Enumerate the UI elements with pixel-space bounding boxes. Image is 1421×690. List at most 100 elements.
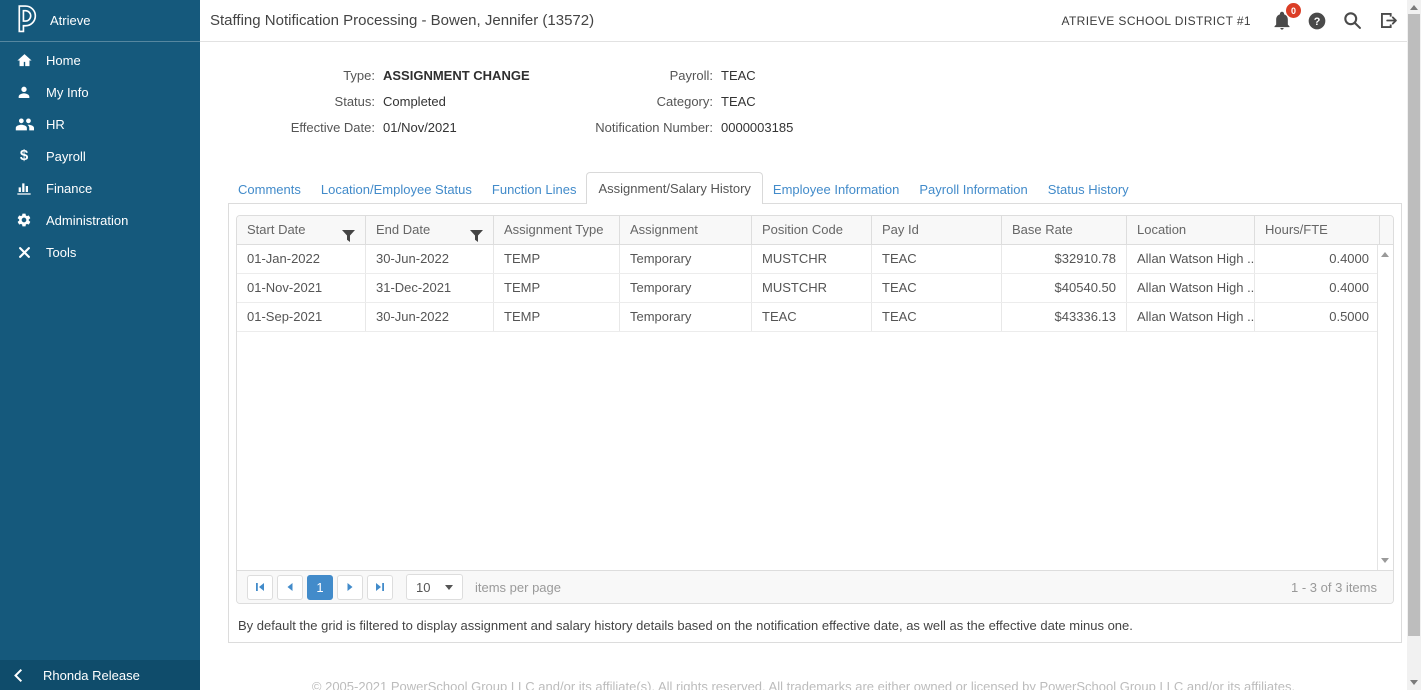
cell-location: Allan Watson High ... xyxy=(1126,245,1254,273)
column-header-end-date[interactable]: End Date xyxy=(365,216,493,244)
column-header-hours-fte[interactable]: Hours/FTE xyxy=(1254,216,1379,244)
column-header-position-code[interactable]: Position Code xyxy=(751,216,871,244)
sidebar-item-payroll[interactable]: $ Payroll xyxy=(0,140,200,172)
first-page-icon xyxy=(254,581,266,593)
last-page-button[interactable] xyxy=(367,575,393,600)
svg-text:?: ? xyxy=(1314,15,1321,27)
tab-location-employee-status[interactable]: Location/Employee Status xyxy=(311,176,482,203)
cell-start-date: 01-Sep-2021 xyxy=(237,303,365,331)
gear-icon xyxy=(13,212,35,228)
cell-assignment: Temporary xyxy=(619,245,751,273)
status-value: Completed xyxy=(383,94,446,110)
cell-assignment: Temporary xyxy=(619,303,751,331)
sidebar-item-label: Tools xyxy=(46,245,76,260)
column-header-location[interactable]: Location xyxy=(1126,216,1254,244)
pager: 1 10 items per page 1 - 3 of 3 items xyxy=(237,570,1393,603)
cell-pay-id: TEAC xyxy=(871,274,1001,302)
cell-hours-fte: 0.4000 xyxy=(1254,245,1379,273)
scroll-up-icon[interactable] xyxy=(1410,5,1418,10)
category-value: TEAC xyxy=(721,94,756,110)
cell-assignment-type: TEMP xyxy=(493,303,619,331)
tab-payroll-information[interactable]: Payroll Information xyxy=(909,176,1037,203)
search-icon xyxy=(1342,10,1363,31)
tab-strip: Comments Location/Employee Status Functi… xyxy=(228,172,1421,203)
window-scrollbar[interactable] xyxy=(1407,0,1421,690)
search-button[interactable] xyxy=(1342,10,1363,31)
cell-base-rate: $40540.50 xyxy=(1001,274,1126,302)
next-page-button[interactable] xyxy=(337,575,363,600)
notifications-button[interactable]: 0 xyxy=(1272,10,1292,31)
topbar: Staffing Notification Processing - Bowen… xyxy=(200,0,1421,42)
scroll-down-icon[interactable] xyxy=(1410,680,1418,685)
next-page-icon xyxy=(344,581,356,593)
release-label: Rhonda Release xyxy=(43,668,140,683)
sidebar-item-home[interactable]: Home xyxy=(0,44,200,76)
main-area: Staffing Notification Processing - Bowen… xyxy=(200,0,1421,690)
sidebar-item-my-info[interactable]: My Info xyxy=(0,76,200,108)
sidebar-item-hr[interactable]: HR xyxy=(0,108,200,140)
field-label: Category: xyxy=(566,94,713,110)
sidebar-item-label: My Info xyxy=(46,85,89,100)
cell-base-rate: $43336.13 xyxy=(1001,303,1126,331)
field-label: Status: xyxy=(236,94,375,110)
tab-panel: Start Date End Date Assignment Type Assi… xyxy=(228,203,1402,643)
sidebar-item-label: Payroll xyxy=(46,149,86,164)
tab-comments[interactable]: Comments xyxy=(228,176,311,203)
tab-assignment-salary-history[interactable]: Assignment/Salary History xyxy=(586,172,762,204)
field-label: Notification Number: xyxy=(566,120,713,136)
column-header-start-date[interactable]: Start Date xyxy=(237,216,365,244)
cell-start-date: 01-Nov-2021 xyxy=(237,274,365,302)
copyright-footer: © 2005-2021 PowerSchool Group LLC and/or… xyxy=(200,679,1421,690)
cell-base-rate: $32910.78 xyxy=(1001,245,1126,273)
scroll-up-icon[interactable] xyxy=(1381,252,1389,257)
scroll-down-icon[interactable] xyxy=(1381,558,1389,563)
logout-icon xyxy=(1378,10,1399,31)
column-header-assignment[interactable]: Assignment xyxy=(619,216,751,244)
sidebar-item-label: HR xyxy=(46,117,65,132)
notification-number-value: 0000003185 xyxy=(721,120,793,136)
first-page-button[interactable] xyxy=(247,575,273,600)
column-header-base-rate[interactable]: Base Rate xyxy=(1001,216,1126,244)
table-row[interactable]: 01-Nov-2021 31-Dec-2021 TEMP Temporary M… xyxy=(237,274,1393,303)
logout-button[interactable] xyxy=(1378,10,1399,31)
page-size-select[interactable]: 10 xyxy=(406,574,463,600)
sidebar-item-tools[interactable]: Tools xyxy=(0,236,200,268)
sidebar-nav: Home My Info HR $ Payroll Finance xyxy=(0,42,200,268)
help-icon: ? xyxy=(1307,11,1327,31)
filter-icon[interactable] xyxy=(470,224,483,244)
cell-assignment-type: TEMP xyxy=(493,274,619,302)
table-row[interactable]: 01-Sep-2021 30-Jun-2022 TEMP Temporary T… xyxy=(237,303,1393,332)
field-label: Type: xyxy=(236,68,375,84)
sidebar-item-administration[interactable]: Administration xyxy=(0,204,200,236)
bar-chart-icon xyxy=(13,180,35,196)
last-page-icon xyxy=(374,581,386,593)
page-1-button[interactable]: 1 xyxy=(307,575,333,600)
scrollbar-thumb[interactable] xyxy=(1408,14,1420,636)
page-size-value: 10 xyxy=(416,580,430,595)
sidebar: Atrieve Home My Info HR $ Payroll xyxy=(0,0,200,690)
sidebar-item-label: Home xyxy=(46,53,81,68)
sidebar-item-finance[interactable]: Finance xyxy=(0,172,200,204)
brand-label: Atrieve xyxy=(50,13,90,28)
home-icon xyxy=(13,52,35,69)
cell-location: Allan Watson High ... xyxy=(1126,303,1254,331)
items-per-page-label: items per page xyxy=(475,580,561,595)
brand[interactable]: Atrieve xyxy=(0,0,200,42)
cell-pay-id: TEAC xyxy=(871,245,1001,273)
table-row[interactable]: 01-Jan-2022 30-Jun-2022 TEMP Temporary M… xyxy=(237,245,1393,274)
cell-start-date: 01-Jan-2022 xyxy=(237,245,365,273)
assignment-history-grid: Start Date End Date Assignment Type Assi… xyxy=(236,215,1394,604)
column-header-pay-id[interactable]: Pay Id xyxy=(871,216,1001,244)
filter-icon[interactable] xyxy=(342,224,355,244)
tools-icon xyxy=(13,245,35,260)
tab-status-history[interactable]: Status History xyxy=(1038,176,1139,203)
column-header-assignment-type[interactable]: Assignment Type xyxy=(493,216,619,244)
sidebar-collapse-bar[interactable]: Rhonda Release xyxy=(0,660,200,690)
cell-location: Allan Watson High ... xyxy=(1126,274,1254,302)
help-button[interactable]: ? xyxy=(1307,11,1327,31)
tab-function-lines[interactable]: Function Lines xyxy=(482,176,587,203)
grid-scrollbar[interactable] xyxy=(1377,245,1393,570)
chevron-left-icon xyxy=(13,668,23,683)
previous-page-button[interactable] xyxy=(277,575,303,600)
tab-employee-information[interactable]: Employee Information xyxy=(763,176,909,203)
